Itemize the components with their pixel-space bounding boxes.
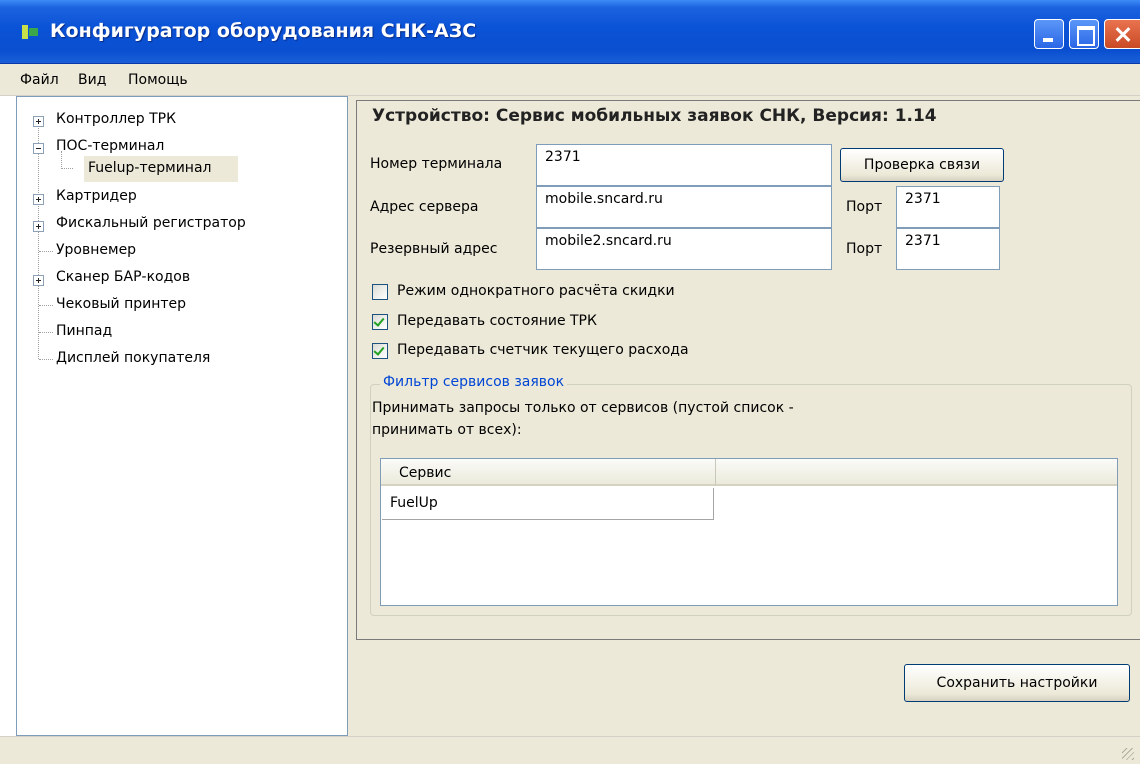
app-icon	[22, 25, 38, 39]
discount-mode-label[interactable]: Режим однократного расчёта скидки	[397, 283, 675, 299]
send-trk-state-checkbox[interactable]	[372, 314, 388, 330]
expand-icon[interactable]	[33, 275, 44, 286]
menu-help[interactable]: Помощь	[128, 72, 188, 88]
menu-view[interactable]: Вид	[78, 72, 106, 88]
server-port-label: Порт	[846, 199, 883, 215]
service-filter-description-line2: принимать от всех):	[372, 422, 522, 438]
window-title: Конфигуратор оборудования СНК-АЗС	[50, 20, 477, 42]
tree-item-cardreader[interactable]: Картридер	[56, 188, 137, 204]
tree-item-fiscal-registrar[interactable]: Фискальный регистратор	[56, 215, 246, 231]
expand-icon[interactable]	[33, 116, 44, 127]
check-connection-button[interactable]: Проверка связи	[840, 148, 1004, 182]
expand-icon[interactable]	[33, 221, 44, 232]
collapse-icon[interactable]	[33, 143, 44, 154]
check-icon	[373, 315, 385, 327]
menu-file[interactable]: Файл	[20, 72, 59, 88]
send-flow-counter-checkbox[interactable]	[372, 343, 388, 359]
service-column-header[interactable]: Сервис	[381, 459, 715, 486]
backup-address-input[interactable]: mobile2.sncard.ru	[536, 228, 832, 270]
expand-icon[interactable]	[33, 194, 44, 205]
resize-grip-icon[interactable]	[1122, 748, 1134, 760]
tree-item-barcode-scanner[interactable]: Сканер БАР-кодов	[56, 269, 190, 285]
service-filter-title: Фильтр сервисов заявок	[380, 374, 568, 390]
tree-item-level-gauge[interactable]: Уровнемер	[56, 242, 136, 258]
menu-bar: Файл Вид Помощь	[0, 64, 1140, 96]
terminal-number-input[interactable]: 2371	[536, 144, 832, 186]
tree-item-fuelup-terminal[interactable]: Fuelup-терминал	[88, 160, 211, 176]
title-bar: Конфигуратор оборудования СНК-АЗС	[0, 0, 1140, 64]
empty-column-header	[715, 459, 1117, 486]
server-address-label: Адрес сервера	[370, 199, 479, 215]
discount-mode-checkbox[interactable]	[372, 284, 388, 300]
send-flow-counter-label[interactable]: Передавать счетчик текущего расхода	[397, 342, 689, 358]
send-trk-state-label[interactable]: Передавать состояние ТРК	[397, 313, 597, 329]
server-address-input[interactable]: mobile.sncard.ru	[536, 186, 832, 228]
tree-item-trk-controller[interactable]: Контроллер ТРК	[56, 111, 176, 127]
save-settings-button[interactable]: Сохранить настройки	[904, 664, 1130, 702]
backup-address-label: Резервный адрес	[370, 241, 498, 257]
tree-item-pinpad[interactable]: Пинпад	[56, 323, 112, 339]
backup-port-input[interactable]: 2371	[896, 228, 1000, 270]
minimize-button[interactable]	[1034, 19, 1064, 49]
tree-item-customer-display[interactable]: Дисплей покупателя	[56, 350, 210, 366]
tree-item-pos-terminal[interactable]: ПОС-терминал	[56, 138, 164, 154]
service-filter-description-line1: Принимать запросы только от сервисов (пу…	[372, 400, 794, 416]
server-port-input[interactable]: 2371	[896, 186, 1000, 228]
terminal-number-label: Номер терминала	[370, 156, 503, 172]
status-bar	[0, 736, 1140, 764]
tree-item-receipt-printer[interactable]: Чековый принтер	[56, 296, 186, 312]
maximize-button[interactable]	[1069, 19, 1099, 49]
check-icon	[373, 344, 385, 356]
backup-port-label: Порт	[846, 241, 883, 257]
device-title: Устройство: Сервис мобильных заявок СНК,…	[372, 106, 937, 126]
close-button[interactable]	[1104, 19, 1140, 49]
table-row[interactable]: FuelUp	[382, 488, 714, 520]
